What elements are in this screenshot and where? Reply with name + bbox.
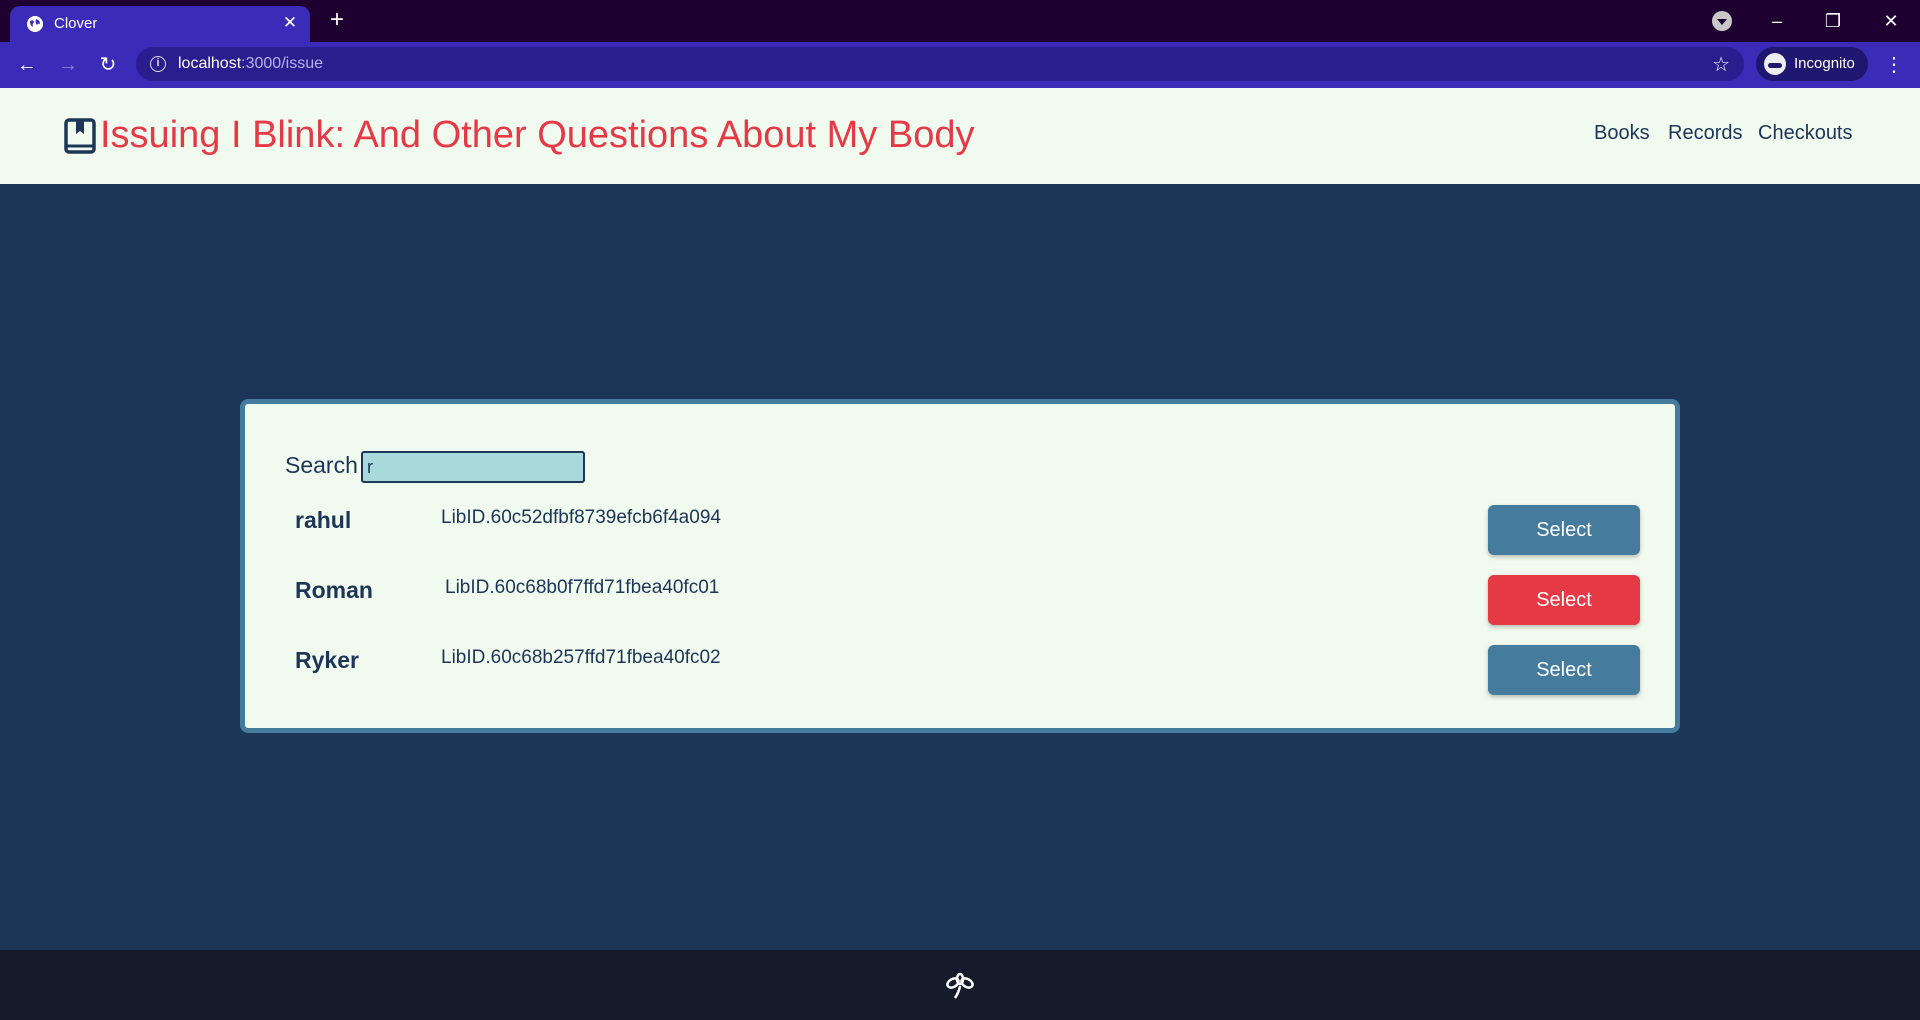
nav-records[interactable]: Records [1668, 122, 1742, 145]
list-item: Roman LibID.60c68b0f7ffd71fbea40fc01 Sel… [245, 565, 1675, 625]
search-label: Search [285, 452, 358, 478]
tab-search-icon[interactable] [1712, 11, 1732, 31]
restore-icon[interactable]: ❐ [1818, 6, 1848, 36]
browser-toolbar: ← → ↻ i localhost:3000/issue ☆ Incognito… [0, 42, 1920, 88]
browser-tab[interactable]: Clover ✕ [10, 6, 310, 42]
footer [0, 950, 1920, 1020]
forward-icon[interactable]: → [54, 51, 82, 79]
minimize-icon[interactable]: – [1762, 6, 1792, 36]
incognito-icon [1764, 53, 1786, 75]
member-name: rahul [295, 507, 352, 533]
close-tab-icon[interactable]: ✕ [280, 13, 300, 33]
window-close-icon[interactable]: ✕ [1876, 6, 1906, 36]
back-icon[interactable]: ← [13, 51, 41, 79]
list-item: rahul LibID.60c52dfbf8739efcb6f4a094 Sel… [245, 495, 1675, 555]
incognito-profile-button[interactable]: Incognito [1756, 47, 1868, 81]
search-input[interactable] [361, 451, 585, 483]
url-text: localhost:3000/issue [178, 55, 323, 72]
select-button[interactable]: Select [1488, 505, 1640, 555]
new-tab-icon[interactable]: + [325, 8, 349, 32]
list-item: Ryker LibID.60c68b257ffd71fbea40fc02 Sel… [245, 635, 1675, 695]
address-bar[interactable]: i localhost:3000/issue ☆ [136, 47, 1744, 81]
tab-title: Clover [54, 15, 98, 32]
member-name: Roman [295, 577, 373, 603]
member-name: Ryker [295, 647, 359, 673]
site-info-icon[interactable]: i [150, 56, 166, 72]
clover-icon [946, 972, 974, 999]
nav-checkouts[interactable]: Checkouts [1758, 122, 1853, 145]
globe-icon [27, 16, 43, 32]
member-libid: LibID.60c52dfbf8739efcb6f4a094 [441, 507, 721, 528]
page-title: Issuing I Blink: And Other Questions Abo… [100, 114, 975, 156]
member-libid: LibID.60c68b0f7ffd71fbea40fc01 [445, 577, 720, 598]
member-search-card: Search rahul LibID.60c52dfbf8739efcb6f4a… [240, 399, 1680, 733]
bookmark-star-icon[interactable]: ☆ [1712, 52, 1730, 77]
reload-icon[interactable]: ↻ [94, 51, 122, 79]
incognito-label: Incognito [1794, 55, 1855, 72]
member-libid: LibID.60c68b257ffd71fbea40fc02 [441, 647, 721, 668]
browser-tab-bar: Clover ✕ + – ❐ ✕ [0, 0, 1920, 42]
app-header: Issuing I Blink: And Other Questions Abo… [0, 88, 1920, 184]
nav-books[interactable]: Books [1594, 122, 1650, 145]
book-icon [64, 118, 96, 154]
browser-menu-icon[interactable]: ⋮ [1884, 51, 1904, 79]
select-button[interactable]: Select [1488, 645, 1640, 695]
select-button[interactable]: Select [1488, 575, 1640, 625]
